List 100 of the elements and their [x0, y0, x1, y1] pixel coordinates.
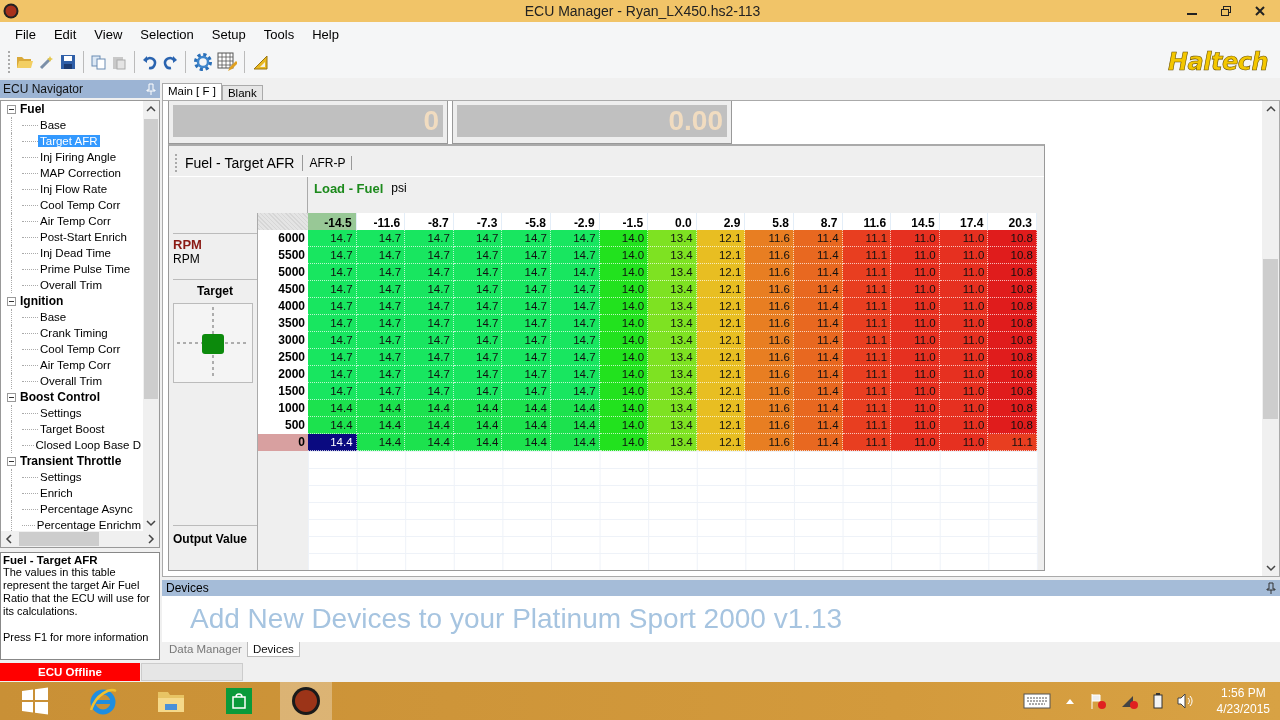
table-cell[interactable]: 14.4	[405, 400, 454, 417]
table-cell[interactable]: 11.0	[939, 230, 989, 247]
table-cell[interactable]: 11.0	[891, 383, 940, 400]
table-cell[interactable]: 14.7	[550, 264, 600, 281]
table-cell[interactable]: 14.7	[502, 366, 551, 383]
tree-item[interactable]: Overall Trim	[38, 279, 104, 291]
tree-item[interactable]: Prime Pulse Time	[38, 263, 133, 275]
row-header[interactable]: 500	[258, 417, 308, 434]
table-cell[interactable]: 14.7	[502, 281, 551, 298]
table-cell[interactable]: 14.4	[308, 434, 357, 451]
table-cell[interactable]: 11.0	[939, 366, 989, 383]
table-cell[interactable]: 11.0	[939, 434, 989, 451]
table-cell[interactable]: 14.7	[405, 366, 454, 383]
row-header[interactable]: 6000	[258, 230, 308, 247]
table-cell[interactable]: 14.7	[502, 230, 551, 247]
table-cell[interactable]: 10.8	[988, 383, 1037, 400]
table-cell[interactable]: 11.1	[842, 332, 892, 349]
table-cell[interactable]: 10.8	[988, 315, 1037, 332]
table-cell[interactable]: 10.8	[988, 230, 1037, 247]
table-cell[interactable]: 14.4	[550, 434, 600, 451]
table-cell[interactable]: 14.0	[599, 315, 649, 332]
table-cell[interactable]: 11.0	[891, 298, 940, 315]
table-cell[interactable]: 11.6	[745, 383, 794, 400]
tree-item[interactable]: Air Temp Corr	[38, 215, 113, 227]
table-cell[interactable]: 11.0	[891, 315, 940, 332]
table-cell[interactable]: 11.4	[793, 349, 843, 366]
column-header[interactable]: 5.8	[745, 213, 794, 233]
row-header[interactable]: 5500	[258, 247, 308, 264]
table-cell[interactable]: 14.4	[453, 417, 503, 434]
tree-item[interactable]: Base	[38, 119, 69, 131]
tree-item[interactable]: Inj Dead Time	[38, 247, 113, 259]
collapse-icon[interactable]	[7, 104, 16, 114]
table-cell[interactable]: 14.7	[550, 332, 600, 349]
table-cell[interactable]: 11.4	[793, 383, 843, 400]
menu-item[interactable]: Setup	[202, 24, 255, 44]
tree-group[interactable]: Ignition	[20, 294, 64, 308]
table-cell[interactable]: 13.4	[648, 383, 697, 400]
table-cell[interactable]: 14.7	[502, 332, 551, 349]
table-cell[interactable]: 14.7	[550, 230, 600, 247]
table-cell[interactable]: 11.6	[745, 247, 794, 264]
column-header[interactable]: -8.7	[405, 213, 454, 233]
table-cell[interactable]: 14.7	[356, 281, 406, 298]
restore-icon[interactable]	[1220, 5, 1232, 17]
table-cell[interactable]: 14.7	[405, 332, 454, 349]
table-cell[interactable]: 11.1	[842, 434, 892, 451]
table-cell[interactable]: 14.4	[550, 417, 600, 434]
table-cell[interactable]: 11.6	[745, 349, 794, 366]
table-cell[interactable]: 14.7	[405, 230, 454, 247]
table-cell[interactable]: 14.4	[356, 417, 406, 434]
table-cell[interactable]: 11.6	[745, 315, 794, 332]
table-cell[interactable]: 10.8	[988, 366, 1037, 383]
menu-item[interactable]: View	[85, 24, 132, 44]
pin-icon[interactable]	[1266, 582, 1276, 594]
column-header[interactable]: -5.8	[502, 213, 551, 233]
table-cell[interactable]: 11.0	[939, 281, 989, 298]
table-cell[interactable]: 13.4	[648, 349, 697, 366]
table-cell[interactable]: 11.6	[745, 332, 794, 349]
table-cell[interactable]: 10.8	[988, 264, 1037, 281]
table-cell[interactable]: 14.4	[405, 434, 454, 451]
table-cell[interactable]: 11.0	[939, 264, 989, 281]
table-cell[interactable]: 12.1	[696, 281, 746, 298]
tree-item[interactable]: Settings	[38, 471, 84, 483]
table-cell[interactable]: 14.4	[308, 400, 357, 417]
collapse-icon[interactable]	[7, 456, 16, 466]
table-cell[interactable]: 14.0	[599, 298, 649, 315]
table-cell[interactable]: 11.4	[793, 298, 843, 315]
table-cell[interactable]: 14.7	[308, 298, 357, 315]
table-cell[interactable]: 12.1	[696, 332, 746, 349]
table-cell[interactable]: 11.1	[842, 383, 892, 400]
tree-item[interactable]: Enrich	[38, 487, 75, 499]
table-cell[interactable]: 10.8	[988, 400, 1037, 417]
table-cell[interactable]: 14.7	[502, 383, 551, 400]
menu-item[interactable]: Edit	[44, 24, 86, 44]
table-cell[interactable]: 11.0	[939, 417, 989, 434]
table-cell[interactable]: 14.7	[308, 349, 357, 366]
table-cell[interactable]: 14.7	[356, 247, 406, 264]
table-cell[interactable]: 11.1	[842, 264, 892, 281]
table-cell[interactable]: 11.6	[745, 298, 794, 315]
save-icon[interactable]	[60, 54, 76, 70]
table-cell[interactable]: 11.1	[842, 315, 892, 332]
table-cell[interactable]: 11.4	[793, 400, 843, 417]
table-cell[interactable]: 14.7	[308, 264, 357, 281]
table-cell[interactable]: 14.7	[308, 230, 357, 247]
table-cell[interactable]: 11.0	[891, 281, 940, 298]
table-cell[interactable]: 12.1	[696, 400, 746, 417]
table-cell[interactable]: 11.6	[745, 264, 794, 281]
unit-tab[interactable]: AFR-P	[303, 156, 353, 170]
table-cell[interactable]: 14.7	[308, 315, 357, 332]
app-icon[interactable]	[3, 3, 19, 19]
table-cell[interactable]: 14.4	[356, 400, 406, 417]
scroll-left-icon[interactable]	[5, 534, 13, 544]
menu-item[interactable]: File	[6, 24, 45, 44]
row-header[interactable]: 1500	[258, 383, 308, 400]
table-cell[interactable]: 11.4	[793, 332, 843, 349]
table-cell[interactable]: 14.7	[453, 383, 503, 400]
table-cell[interactable]: 11.0	[891, 366, 940, 383]
table-cell[interactable]: 11.0	[891, 230, 940, 247]
table-cell[interactable]: 14.4	[405, 417, 454, 434]
table-cell[interactable]: 14.7	[356, 383, 406, 400]
table-cell[interactable]: 14.7	[550, 349, 600, 366]
